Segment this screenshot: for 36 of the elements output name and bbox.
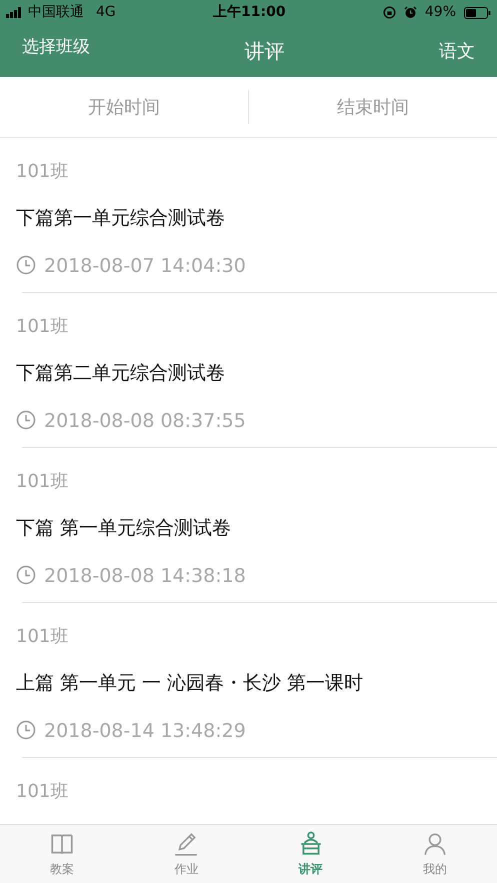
exam-title[interactable]: 上篇 第一单元 一 沁园春・长沙 第一课时 — [16, 669, 364, 698]
signal-icon — [6, 7, 24, 18]
exam-title[interactable]: 下篇 第一单元综合测试卷 — [16, 514, 232, 542]
class-name: 101班 — [16, 470, 68, 494]
clock-icon — [16, 720, 36, 740]
person-icon — [422, 830, 448, 856]
alarm-icon — [404, 6, 417, 19]
exam-time: 2018-08-08 08:37:55 — [44, 409, 246, 434]
network-type: 4G — [96, 3, 116, 22]
pencil-icon — [173, 830, 200, 856]
class-name: 101班 — [16, 780, 68, 804]
subject-button[interactable]: 语文 — [439, 38, 475, 64]
class-name: 101班 — [16, 160, 68, 184]
exam-time: 2018-08-08 14:38:18 — [44, 564, 246, 589]
battery-percent: 49% — [424, 3, 456, 22]
time-filter-button[interactable]: 结束时间 — [337, 94, 409, 121]
class-name: 101班 — [16, 314, 68, 338]
exam-title[interactable]: 下篇第一单元综合测试卷 — [16, 204, 225, 232]
clock-icon — [16, 410, 36, 430]
carrier-name: 中国联通 — [28, 3, 84, 22]
clock-icon — [16, 565, 36, 585]
battery-icon — [464, 6, 491, 18]
clock-icon — [16, 255, 36, 275]
tab-button[interactable]: 教案 — [0, 825, 124, 883]
exam-title[interactable]: 下篇第二单元综合测试卷 — [16, 359, 225, 388]
select-class-button[interactable]: 选择班级 — [22, 35, 90, 61]
time-filter-button[interactable]: 开始时间 — [88, 94, 160, 121]
tab-button[interactable]: 作业 — [124, 825, 248, 883]
exam-time: 2018-08-14 13:48:29 — [44, 719, 246, 744]
rotation-lock-icon — [382, 6, 396, 19]
page-title: 讲评 — [244, 38, 284, 65]
class-name: 101班 — [16, 624, 68, 648]
exam-time: 2018-08-07 14:04:30 — [44, 254, 246, 279]
status-time: 上午11:00 — [213, 4, 286, 20]
tab-button[interactable]: 我的 — [372, 825, 497, 883]
tab-button[interactable]: 讲评 — [248, 825, 373, 883]
